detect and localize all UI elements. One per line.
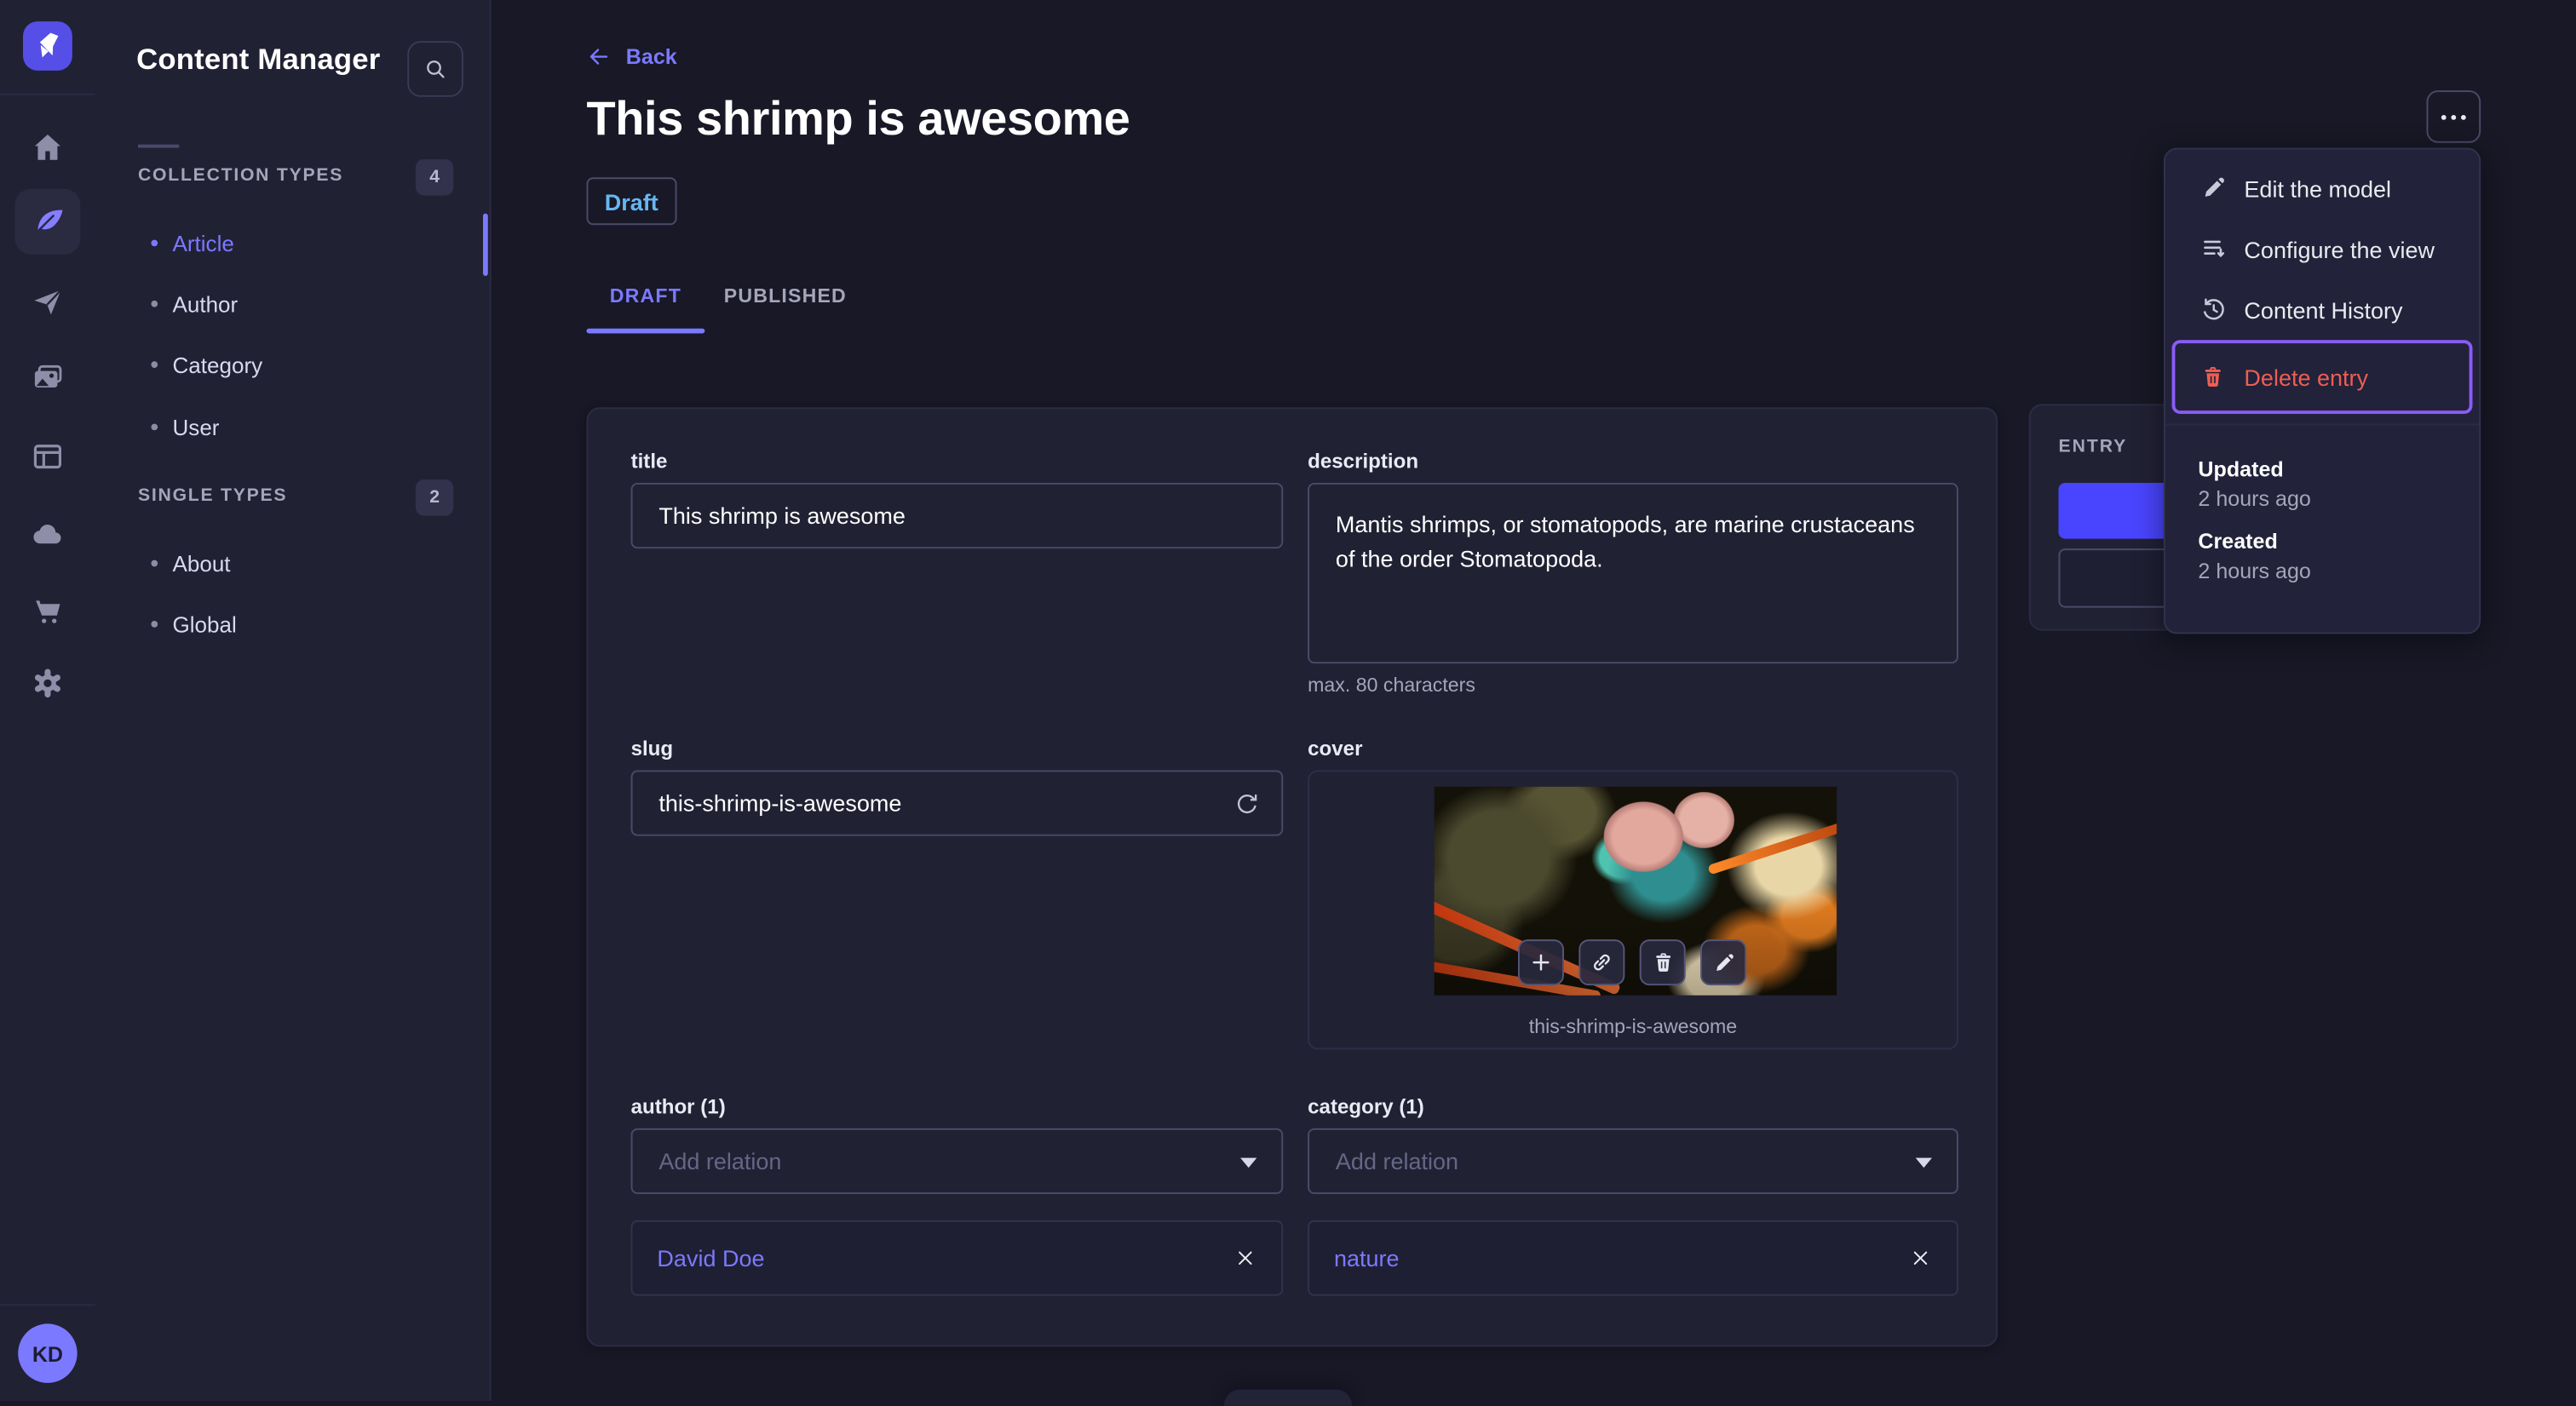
updated-label: Updated [2198, 456, 2284, 482]
sidebar-item-category[interactable]: Category [151, 348, 262, 382]
cover-image-detail [1434, 786, 1837, 996]
more-actions-button[interactable] [2426, 90, 2481, 143]
menu-item-delete-entry[interactable]: Delete entry [2171, 340, 2473, 414]
chevron-down-icon [1240, 1157, 1257, 1168]
search-button[interactable] [407, 41, 463, 97]
sidebar-item-author[interactable]: Author [151, 287, 238, 320]
page-title: This shrimp is awesome [586, 93, 1130, 146]
category-relation-combobox[interactable]: Add relation [1308, 1128, 1958, 1195]
pencil-icon [2198, 174, 2228, 202]
sidebar: Content Manager COLLECTION TYPES 4 Artic… [95, 0, 492, 1402]
bullet-icon [151, 423, 158, 431]
delete-asset-button[interactable] [1639, 939, 1686, 986]
content-manager-icon[interactable] [14, 188, 81, 255]
settings-icon[interactable] [14, 651, 80, 716]
home-icon[interactable] [14, 115, 80, 181]
section-collection-types: COLLECTION TYPES [137, 165, 344, 186]
active-item-indicator [482, 213, 488, 276]
close-icon [1913, 1251, 1928, 1265]
pencil-icon [1716, 953, 1733, 971]
marketplace-icon[interactable] [14, 578, 80, 644]
strapi-logo[interactable] [22, 21, 72, 71]
author-relation-item: David Doe [630, 1219, 1284, 1296]
updated-value: 2 hours ago [2198, 485, 2311, 511]
bullet-icon [151, 560, 158, 567]
sidebar-item-about[interactable]: About [151, 547, 231, 580]
edit-form-panel: title This shrimp is awesome description… [586, 407, 1998, 1347]
relation-link[interactable]: David Doe [657, 1245, 764, 1271]
section-single-types: SINGLE TYPES [137, 485, 288, 506]
back-arrow-icon [589, 49, 608, 65]
author-relation-combobox[interactable]: Add relation [630, 1128, 1284, 1195]
status-badge: Draft [586, 177, 676, 226]
media-library-icon[interactable] [14, 345, 80, 410]
bullet-icon [151, 361, 158, 368]
entry-meta: Updated 2 hours ago Created 2 hours ago [2165, 425, 2479, 632]
edit-asset-button[interactable] [1700, 939, 1747, 986]
sidebar-item-global[interactable]: Global [151, 608, 237, 641]
content-manager-app: KD Content Manager COLLECTION TYPES 4 Ar… [0, 0, 2576, 1406]
link-icon [1593, 954, 1610, 971]
single-types-count: 2 [415, 479, 454, 516]
relation-link[interactable]: nature [1334, 1245, 1400, 1271]
releases-icon[interactable] [14, 269, 80, 335]
actions-dropdown-menu: Edit the model Configure the view Conten… [2163, 147, 2481, 634]
menu-item-configure-view[interactable]: Configure the view [2165, 218, 2479, 278]
copy-link-button[interactable] [1578, 939, 1625, 986]
author-label: author (1) [630, 1095, 726, 1119]
bottom-peek-element [1223, 1389, 1353, 1406]
chevron-down-icon [1915, 1157, 1932, 1168]
menu-item-content-history[interactable]: Content History [2165, 279, 2479, 340]
bullet-icon [151, 300, 158, 307]
sidebar-item-article[interactable]: Article [151, 227, 234, 260]
trash-icon [2198, 364, 2228, 390]
category-relation-item: nature [1308, 1219, 1958, 1296]
cloud-icon[interactable] [14, 501, 80, 566]
plus-icon [1532, 954, 1550, 971]
avatar[interactable]: KD [18, 1323, 78, 1383]
sidebar-title: Content Manager [136, 43, 381, 76]
cover-caption: this-shrimp-is-awesome [1528, 1014, 1738, 1038]
title-input[interactable]: This shrimp is awesome [630, 482, 1284, 549]
cover-image [1434, 786, 1837, 996]
history-icon [2198, 296, 2228, 324]
active-tab-underline [586, 328, 705, 333]
created-label: Created [2198, 528, 2278, 554]
rail-divider [0, 93, 95, 95]
configure-view-icon [2198, 235, 2228, 263]
trash-icon [1655, 952, 1670, 971]
nav-rail: KD [0, 0, 97, 1402]
sidebar-item-user[interactable]: User [151, 410, 219, 444]
category-label: category (1) [1308, 1095, 1424, 1119]
description-hint: max. 80 characters [1308, 673, 1475, 697]
search-icon [427, 60, 445, 78]
cover-field: this-shrimp-is-awesome [1308, 770, 1958, 1050]
regenerate-slug-icon[interactable] [1232, 789, 1260, 818]
collection-types-count: 4 [415, 159, 454, 196]
menu-item-edit-model[interactable]: Edit the model [2165, 158, 2479, 218]
tab-draft[interactable]: DRAFT [586, 281, 704, 311]
add-asset-button[interactable] [1517, 939, 1564, 986]
title-label: title [630, 450, 668, 473]
slug-input[interactable]: this-shrimp-is-awesome [630, 770, 1284, 836]
content-type-builder-icon[interactable] [14, 424, 80, 490]
back-link[interactable]: Back [586, 44, 677, 69]
bullet-icon [151, 620, 158, 628]
entry-panel-title: ENTRY [2058, 436, 2128, 457]
slug-label: slug [630, 737, 674, 760]
bullet-icon [151, 239, 158, 247]
remove-relation-button[interactable] [1233, 1247, 1256, 1270]
close-icon [1239, 1251, 1252, 1265]
created-value: 2 hours ago [2198, 558, 2311, 583]
tab-published[interactable]: PUBLISHED [711, 281, 860, 311]
description-textarea[interactable]: Mantis shrimps, or stomatopods, are mari… [1308, 482, 1958, 664]
cover-label: cover [1308, 737, 1363, 760]
sidebar-divider [137, 144, 180, 148]
rail-divider [0, 1304, 95, 1306]
ellipsis-icon [2441, 114, 2447, 119]
description-label: description [1308, 450, 1419, 473]
remove-relation-button[interactable] [1909, 1247, 1932, 1270]
